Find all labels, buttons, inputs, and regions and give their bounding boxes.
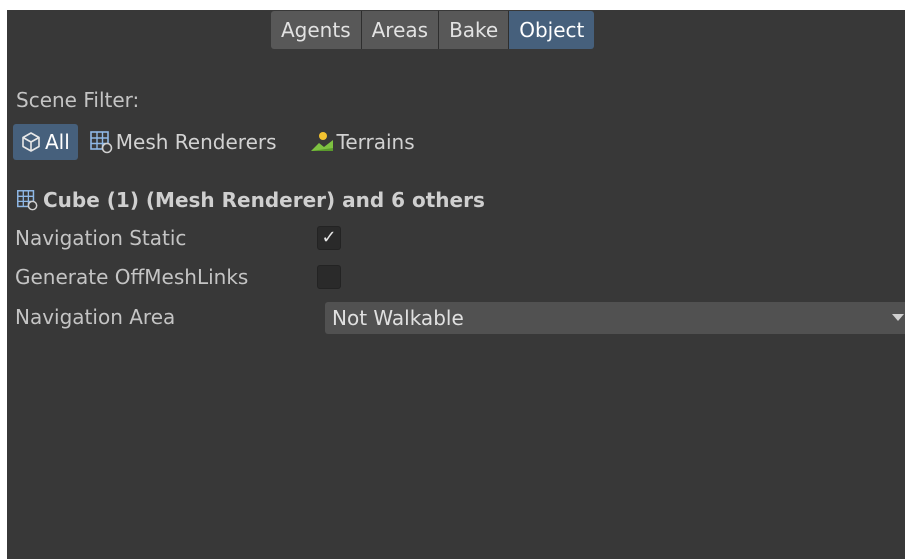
mesh-renderer-icon	[15, 188, 39, 212]
cube-icon	[19, 130, 43, 154]
tab-object[interactable]: Object	[509, 11, 595, 49]
mesh-renderer-icon	[88, 129, 114, 155]
navigation-area-row: Navigation Area Not Walkable	[15, 302, 905, 334]
selection-title-text: Cube (1) (Mesh Renderer) and 6 others	[43, 188, 485, 212]
generate-offmeshlinks-label: Generate OffMeshLinks	[15, 265, 249, 289]
generate-offmeshlinks-checkbox[interactable]	[317, 265, 341, 289]
navigation-area-label: Navigation Area	[15, 305, 176, 329]
generate-offmeshlinks-row: Generate OffMeshLinks	[15, 262, 341, 292]
scene-filter-group: All Mesh Renderers Terrains	[13, 124, 427, 160]
filter-terrains-label: Terrains	[336, 130, 415, 154]
dropdown-arrow-icon	[892, 314, 904, 321]
navigation-area-dropdown[interactable]: Not Walkable	[325, 302, 905, 334]
navigation-area-value: Not Walkable	[332, 306, 464, 330]
check-icon: ✓	[321, 227, 337, 248]
tab-agents[interactable]: Agents	[271, 11, 362, 49]
filter-all-button[interactable]: All	[13, 124, 78, 160]
navigation-static-label: Navigation Static	[15, 226, 187, 250]
filter-all-label: All	[45, 130, 70, 154]
tab-bake[interactable]: Bake	[439, 11, 510, 49]
tab-areas[interactable]: Areas	[361, 11, 440, 49]
filter-mesh-renderers-label: Mesh Renderers	[115, 130, 277, 154]
navigation-window: Agents Areas Bake Object Scene Filter: A…	[7, 10, 905, 559]
filter-terrains-button[interactable]: Terrains	[303, 124, 423, 160]
scene-filter-label: Scene Filter:	[16, 88, 140, 112]
navigation-tabs: Agents Areas Bake Object	[271, 11, 595, 49]
navigation-static-checkbox[interactable]: ✓	[317, 226, 341, 250]
filter-mesh-renderers-button[interactable]: Mesh Renderers	[82, 124, 285, 160]
selection-title: Cube (1) (Mesh Renderer) and 6 others	[15, 188, 485, 212]
navigation-static-row: Navigation Static ✓	[15, 223, 341, 253]
terrain-icon	[309, 129, 335, 155]
